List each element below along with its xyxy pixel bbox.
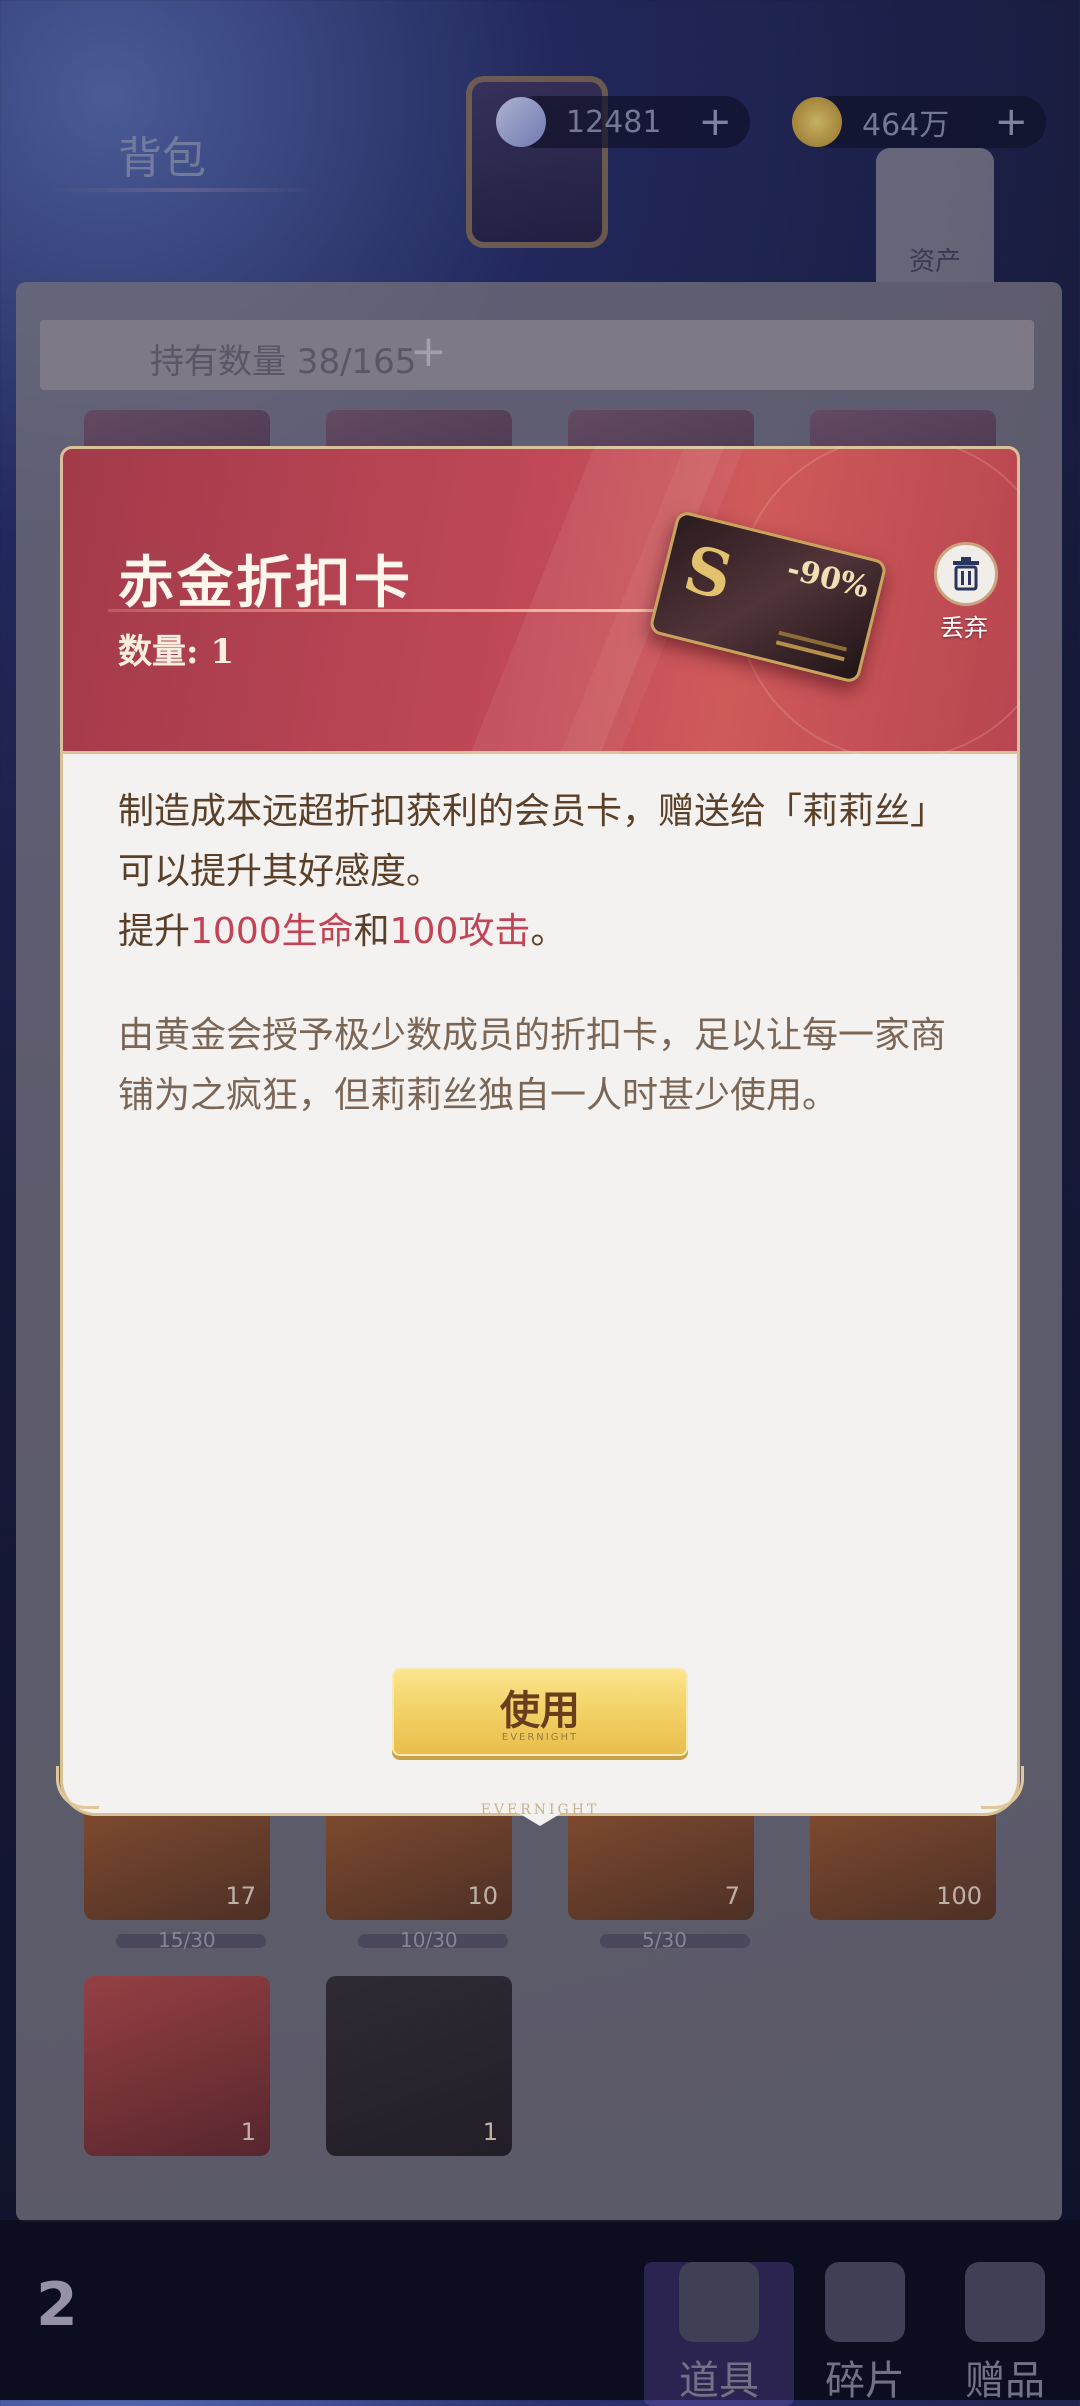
card-lines [775, 640, 845, 662]
card-discount: -90% [783, 551, 873, 606]
item-quantity: 数量: 1 [118, 632, 235, 672]
use-button[interactable]: 使用 EVERNIGHT [392, 1668, 688, 1756]
description-effect: 提升1000生命和100攻击。 [118, 902, 968, 962]
effect-mid: 和 [353, 911, 390, 952]
effect-atk: 100攻击 [389, 911, 531, 952]
item-flavor-text: 由黄金会授予极少数成员的折扣卡，足以让每一家商铺为之疯狂，但莉莉丝独自一人时甚少… [118, 1015, 947, 1116]
card-logo: S [676, 531, 740, 616]
trash-icon [934, 542, 998, 606]
effect-suffix: 。 [530, 911, 567, 952]
brand-mark: EVERNIGHT [480, 1802, 600, 1818]
discard-label: 丢弃 [940, 614, 988, 642]
description-line: 制造成本远超折扣获利的会员卡，赠送给「莉莉丝」可以提升其好感度。 [118, 791, 947, 892]
item-title: 赤金折扣卡 [118, 550, 413, 616]
use-button-label: 使用 [500, 1687, 580, 1734]
discard-button[interactable]: 丢弃 [934, 542, 998, 643]
use-button-sub: EVERNIGHT [501, 1732, 579, 1743]
modal-header: 赤金折扣卡 数量: 1 S -90% 丢弃 [60, 446, 1020, 754]
title-underline [108, 609, 668, 612]
effect-hp: 1000生命 [190, 911, 354, 952]
item-description: 制造成本远超折扣获利的会员卡，赠送给「莉莉丝」可以提升其好感度。 提升1000生… [118, 782, 968, 962]
effect-prefix: 提升 [118, 911, 191, 952]
item-detail-modal: 赤金折扣卡 数量: 1 S -90% 丢弃 制造成本远超折扣获利的会员卡，赠送给… [56, 446, 1024, 1826]
